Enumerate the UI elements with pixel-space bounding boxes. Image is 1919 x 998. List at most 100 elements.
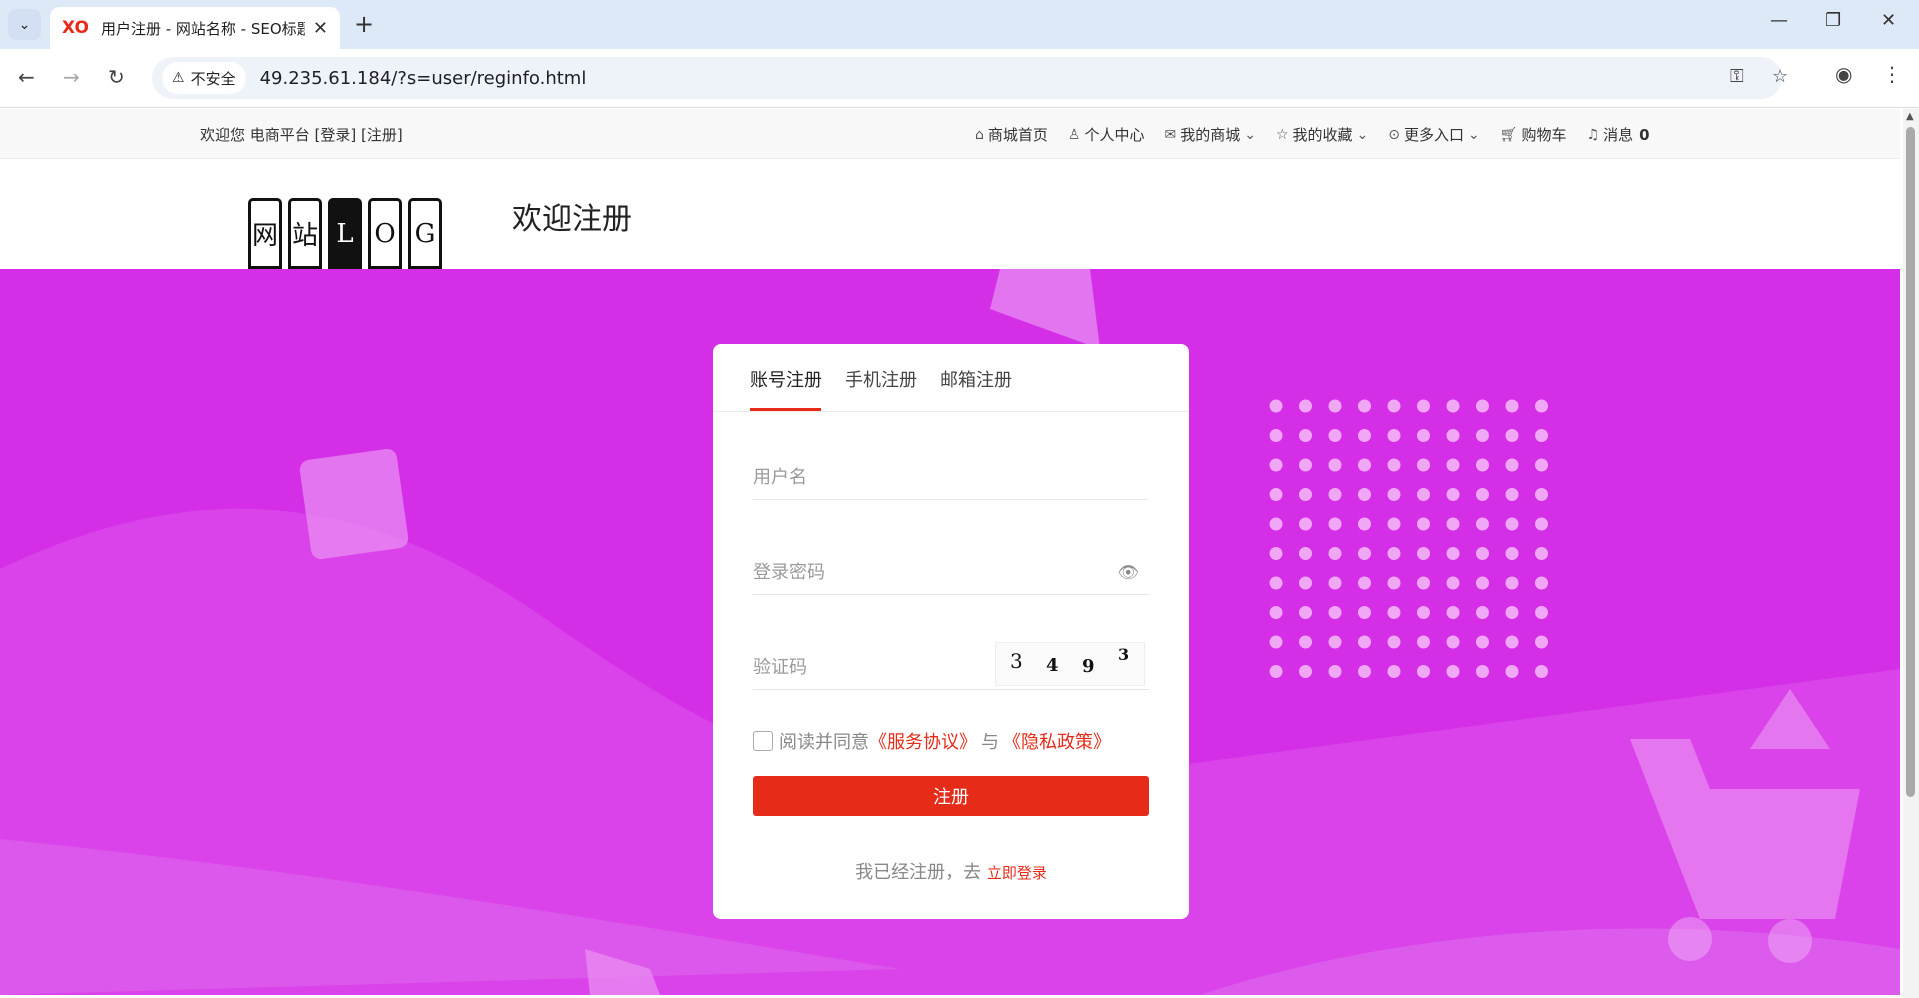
key-icon[interactable]: ⚿ xyxy=(1730,66,1744,87)
page-title: 欢迎注册 xyxy=(512,202,632,237)
decoration-dot xyxy=(1535,606,1548,619)
decoration-dot xyxy=(1505,606,1519,619)
tab-search-button[interactable]: ⌄ xyxy=(8,9,41,40)
decoration-dot xyxy=(1476,399,1489,413)
decoration-dot xyxy=(1417,606,1430,619)
profile-icon[interactable]: ◉ xyxy=(1835,62,1852,86)
address-bar[interactable]: ⚠ 不安全 49.235.61.184/?s=user/reginfo.html… xyxy=(152,57,1788,99)
captcha-char: 3 xyxy=(1010,649,1023,673)
decoration-dot xyxy=(1476,576,1489,590)
nav-user-center[interactable]: ♙ 个人中心 xyxy=(1068,124,1145,145)
more-icon: ⊙ xyxy=(1388,126,1401,143)
minimize-icon[interactable]: — xyxy=(1770,10,1788,31)
username-input[interactable] xyxy=(753,456,1149,499)
tab-phone-register[interactable]: 手机注册 xyxy=(845,366,917,392)
scroll-up-icon[interactable]: ▲ xyxy=(1906,111,1914,122)
dot-grid-decoration xyxy=(1269,399,1548,678)
restore-icon[interactable]: ❐ xyxy=(1825,10,1841,31)
decoration-dot xyxy=(1328,399,1342,413)
register-tabs: 账号注册 手机注册 邮箱注册 xyxy=(713,344,1189,412)
decoration-dot xyxy=(1505,576,1519,590)
close-window-icon[interactable]: ✕ xyxy=(1881,10,1896,31)
nav-home[interactable]: ⌂ 商城首页 xyxy=(975,124,1048,145)
captcha-char: 9 xyxy=(1082,656,1095,677)
forward-icon[interactable]: → xyxy=(63,65,80,89)
tab-email-register[interactable]: 邮箱注册 xyxy=(940,366,1012,392)
decoration-dot xyxy=(1358,517,1371,531)
register-button[interactable]: 注册 xyxy=(753,776,1149,816)
service-agreement-link[interactable]: 《服务协议》 xyxy=(869,728,977,754)
decoration-dot xyxy=(1446,399,1460,413)
decoration-dot xyxy=(1505,665,1519,678)
decoration-dot xyxy=(1328,547,1342,560)
captcha-image[interactable]: 3 4 9 3 xyxy=(995,642,1145,686)
decoration-dot xyxy=(1299,665,1312,678)
decoration-dot xyxy=(1446,606,1460,619)
privacy-policy-link[interactable]: 《隐私政策》 xyxy=(1003,728,1111,754)
decoration-dot xyxy=(1417,458,1430,472)
decoration-dot xyxy=(1476,458,1489,472)
chevron-down-icon: ⌄ xyxy=(1244,126,1256,143)
decoration-dot xyxy=(1358,399,1371,413)
decoration-dot xyxy=(1358,458,1371,472)
decoration-dot xyxy=(1417,576,1430,590)
new-tab-icon[interactable]: + xyxy=(354,10,374,38)
decoration-dot xyxy=(1535,635,1548,649)
decoration-dot xyxy=(1387,665,1401,678)
page-scrollbar[interactable]: ▲ xyxy=(1903,109,1919,998)
decoration-dot xyxy=(1328,488,1342,501)
cart-icon: 🛒︎ xyxy=(1499,126,1518,143)
decoration-dot xyxy=(1387,547,1401,560)
captcha-input[interactable] xyxy=(753,646,983,689)
site-logo[interactable]: 网 站 L O G xyxy=(248,198,442,269)
welcome-text[interactable]: 欢迎您 电商平台 [登录] [注册] xyxy=(200,124,403,145)
bookmark-star-icon[interactable]: ☆ xyxy=(1772,66,1788,87)
eye-icon[interactable]: 👁︎ xyxy=(1117,563,1139,583)
decoration-dot xyxy=(1535,458,1548,472)
tab-account-register[interactable]: 账号注册 xyxy=(750,366,822,392)
close-tab-icon[interactable]: ✕ xyxy=(313,18,328,39)
security-chip[interactable]: ⚠ 不安全 xyxy=(162,62,246,94)
browser-tab-bar: ⌄ XO 用户注册 - 网站名称 - SEO标题 ✕ + — ❐ ✕ xyxy=(0,0,1919,49)
warning-icon: ⚠ xyxy=(172,70,185,86)
decoration-dot xyxy=(1417,488,1430,501)
scrollbar-thumb[interactable] xyxy=(1906,127,1915,797)
decoration-dot xyxy=(1476,488,1489,501)
url-text[interactable]: 49.235.61.184/?s=user/reginfo.html xyxy=(260,68,587,89)
decoration-dot xyxy=(1358,606,1371,619)
decoration-dot xyxy=(1358,429,1371,442)
decoration-dot xyxy=(1446,517,1460,531)
login-prompt: 我已经注册，去 立即登录 xyxy=(713,858,1189,884)
nav-cart[interactable]: 🛒︎ 购物车 xyxy=(1500,124,1567,145)
star-icon: ☆ xyxy=(1275,126,1289,143)
decoration-dot xyxy=(1505,458,1519,472)
nav-more[interactable]: ⊙ 更多入口 ⌄ xyxy=(1388,124,1479,145)
back-icon[interactable]: ← xyxy=(18,65,35,89)
nav-my-mall[interactable]: ✉ 我的商城 ⌄ xyxy=(1164,124,1255,145)
decoration-dot xyxy=(1446,458,1460,472)
username-field xyxy=(753,456,1149,500)
decoration-dot xyxy=(1299,547,1312,560)
decoration-dot xyxy=(1505,429,1519,442)
decoration-dot xyxy=(1358,576,1371,590)
nav-favorites[interactable]: ☆ 我的收藏 ⌄ xyxy=(1276,124,1368,145)
decoration-dot xyxy=(1328,635,1342,649)
menu-icon[interactable]: ⋮ xyxy=(1882,62,1902,86)
decoration-dot xyxy=(1328,458,1342,472)
decoration-dot xyxy=(1446,635,1460,649)
message-count: 0 xyxy=(1639,125,1650,144)
nav-messages[interactable]: ♫ 消息 0 xyxy=(1587,124,1650,145)
login-link[interactable]: 立即登录 xyxy=(987,864,1047,882)
chevron-down-icon: ⌄ xyxy=(1356,126,1369,143)
reload-icon[interactable]: ↻ xyxy=(108,65,125,89)
agree-checkbox[interactable] xyxy=(753,731,773,751)
browser-tab[interactable]: XO 用户注册 - 网站名称 - SEO标题 ✕ xyxy=(50,7,340,49)
browser-toolbar: ← → ↻ ⚠ 不安全 49.235.61.184/?s=user/reginf… xyxy=(0,49,1919,108)
password-input[interactable] xyxy=(753,551,1149,594)
decoration-dot xyxy=(1535,665,1548,678)
top-nav: ⌂ 商城首页 ♙ 个人中心 ✉ 我的商城 ⌄ ☆ 我的收藏 ⌄ ⊙ 更多入口 ⌄ 🛒︎ 购物车 ♫… xyxy=(975,124,1650,145)
decoration-dot xyxy=(1358,665,1371,678)
decoration-dot xyxy=(1358,635,1371,649)
decoration-dot xyxy=(1269,399,1283,413)
decoration-dot xyxy=(1476,665,1489,678)
